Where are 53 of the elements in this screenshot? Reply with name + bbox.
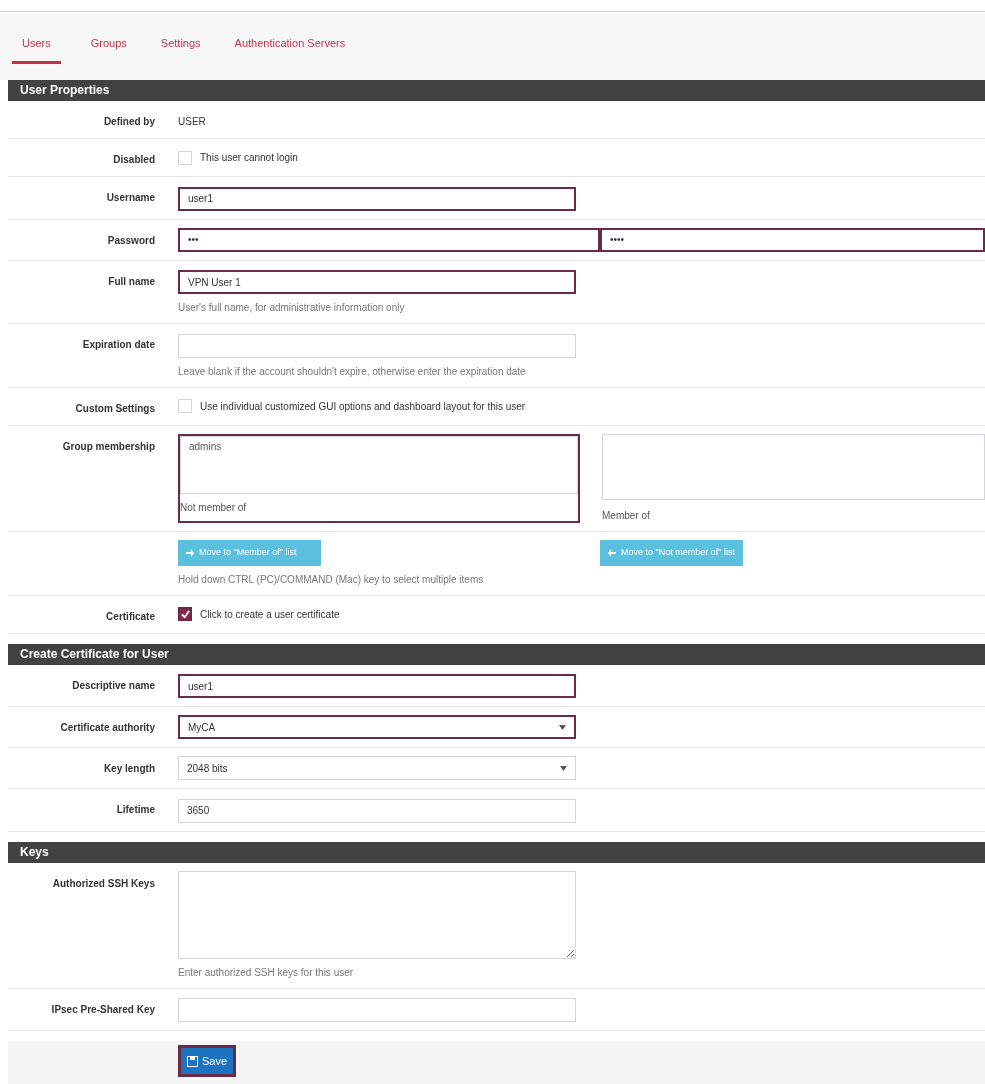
field-label: Disabled <box>112 153 155 167</box>
checkbox-label: Use individual customized GUI options and dashboard layout for this user <box>200 399 526 414</box>
help-text: Leave blank if the account shouldn't expire, otherwise enter the expiration date <box>178 364 527 379</box>
input-field[interactable]: ••• <box>178 227 600 252</box>
save-icon <box>187 1055 198 1067</box>
caret-icon <box>560 765 567 771</box>
field-label: Defined by <box>102 115 155 129</box>
input-field[interactable]: 3650 <box>178 798 576 823</box>
save-button[interactable]: Save <box>178 1045 237 1077</box>
tab[interactable]: Settings <box>156 34 205 64</box>
field-label: Key length <box>102 762 155 776</box>
field-label: Custom Settings <box>74 401 155 416</box>
checkbox-label: Click to create a user certificate <box>200 607 340 622</box>
list-box[interactable]: admins <box>180 435 578 494</box>
field-label: Authorized SSH Keys <box>51 876 155 891</box>
help-text: User's full name, for administrative information only <box>178 301 406 315</box>
field-label: Descriptive name <box>71 678 155 693</box>
field-value: USER <box>178 115 207 129</box>
checkbox[interactable] <box>178 607 192 621</box>
arrow-icon <box>608 548 616 557</box>
select-dropdown[interactable]: 2048 bits <box>178 756 576 780</box>
tab[interactable]: Authentication Servers <box>230 34 350 64</box>
list-box[interactable] <box>602 433 985 500</box>
list-caption: Not member of <box>180 500 248 515</box>
input-field[interactable] <box>178 998 576 1022</box>
field-label: Certificate authority <box>59 721 155 735</box>
tab[interactable]: Users <box>12 34 61 64</box>
field-label: Group membership <box>61 439 155 454</box>
field-label: Certificate <box>105 609 155 624</box>
input-field[interactable]: VPN User 1 <box>178 270 576 294</box>
field-label: IPsec Pre-Shared Key <box>50 1002 155 1017</box>
list-caption: Member of <box>602 508 651 523</box>
field-label: Expiration date <box>81 338 155 352</box>
list-item[interactable]: admins <box>189 438 569 454</box>
section-header: User Properties <box>8 80 985 101</box>
tab[interactable]: Groups <box>86 34 131 64</box>
checkbox-label: This user cannot login <box>200 151 298 165</box>
input-field[interactable] <box>178 333 576 358</box>
select-dropdown[interactable]: MyCA <box>178 715 576 739</box>
help-text: Hold down CTRL (PC)/COMMAND (Mac) key to select multiple items <box>178 572 485 587</box>
field-label: Password <box>106 233 155 248</box>
caret-icon <box>559 724 566 730</box>
section-header: Create Certificate for User <box>8 643 985 665</box>
input-field[interactable]: user1 <box>178 186 576 211</box>
input-field[interactable]: user1 <box>178 674 576 698</box>
help-text: Enter authorized SSH keys for this user <box>178 965 355 980</box>
section-header: Keys <box>8 841 985 863</box>
field-label: Lifetime <box>115 803 155 817</box>
field-label: Full name <box>107 274 155 289</box>
field-label: Username <box>105 191 155 205</box>
input-field[interactable]: •••• <box>600 227 985 252</box>
arrow-icon <box>186 548 194 557</box>
text-area[interactable] <box>178 870 576 959</box>
